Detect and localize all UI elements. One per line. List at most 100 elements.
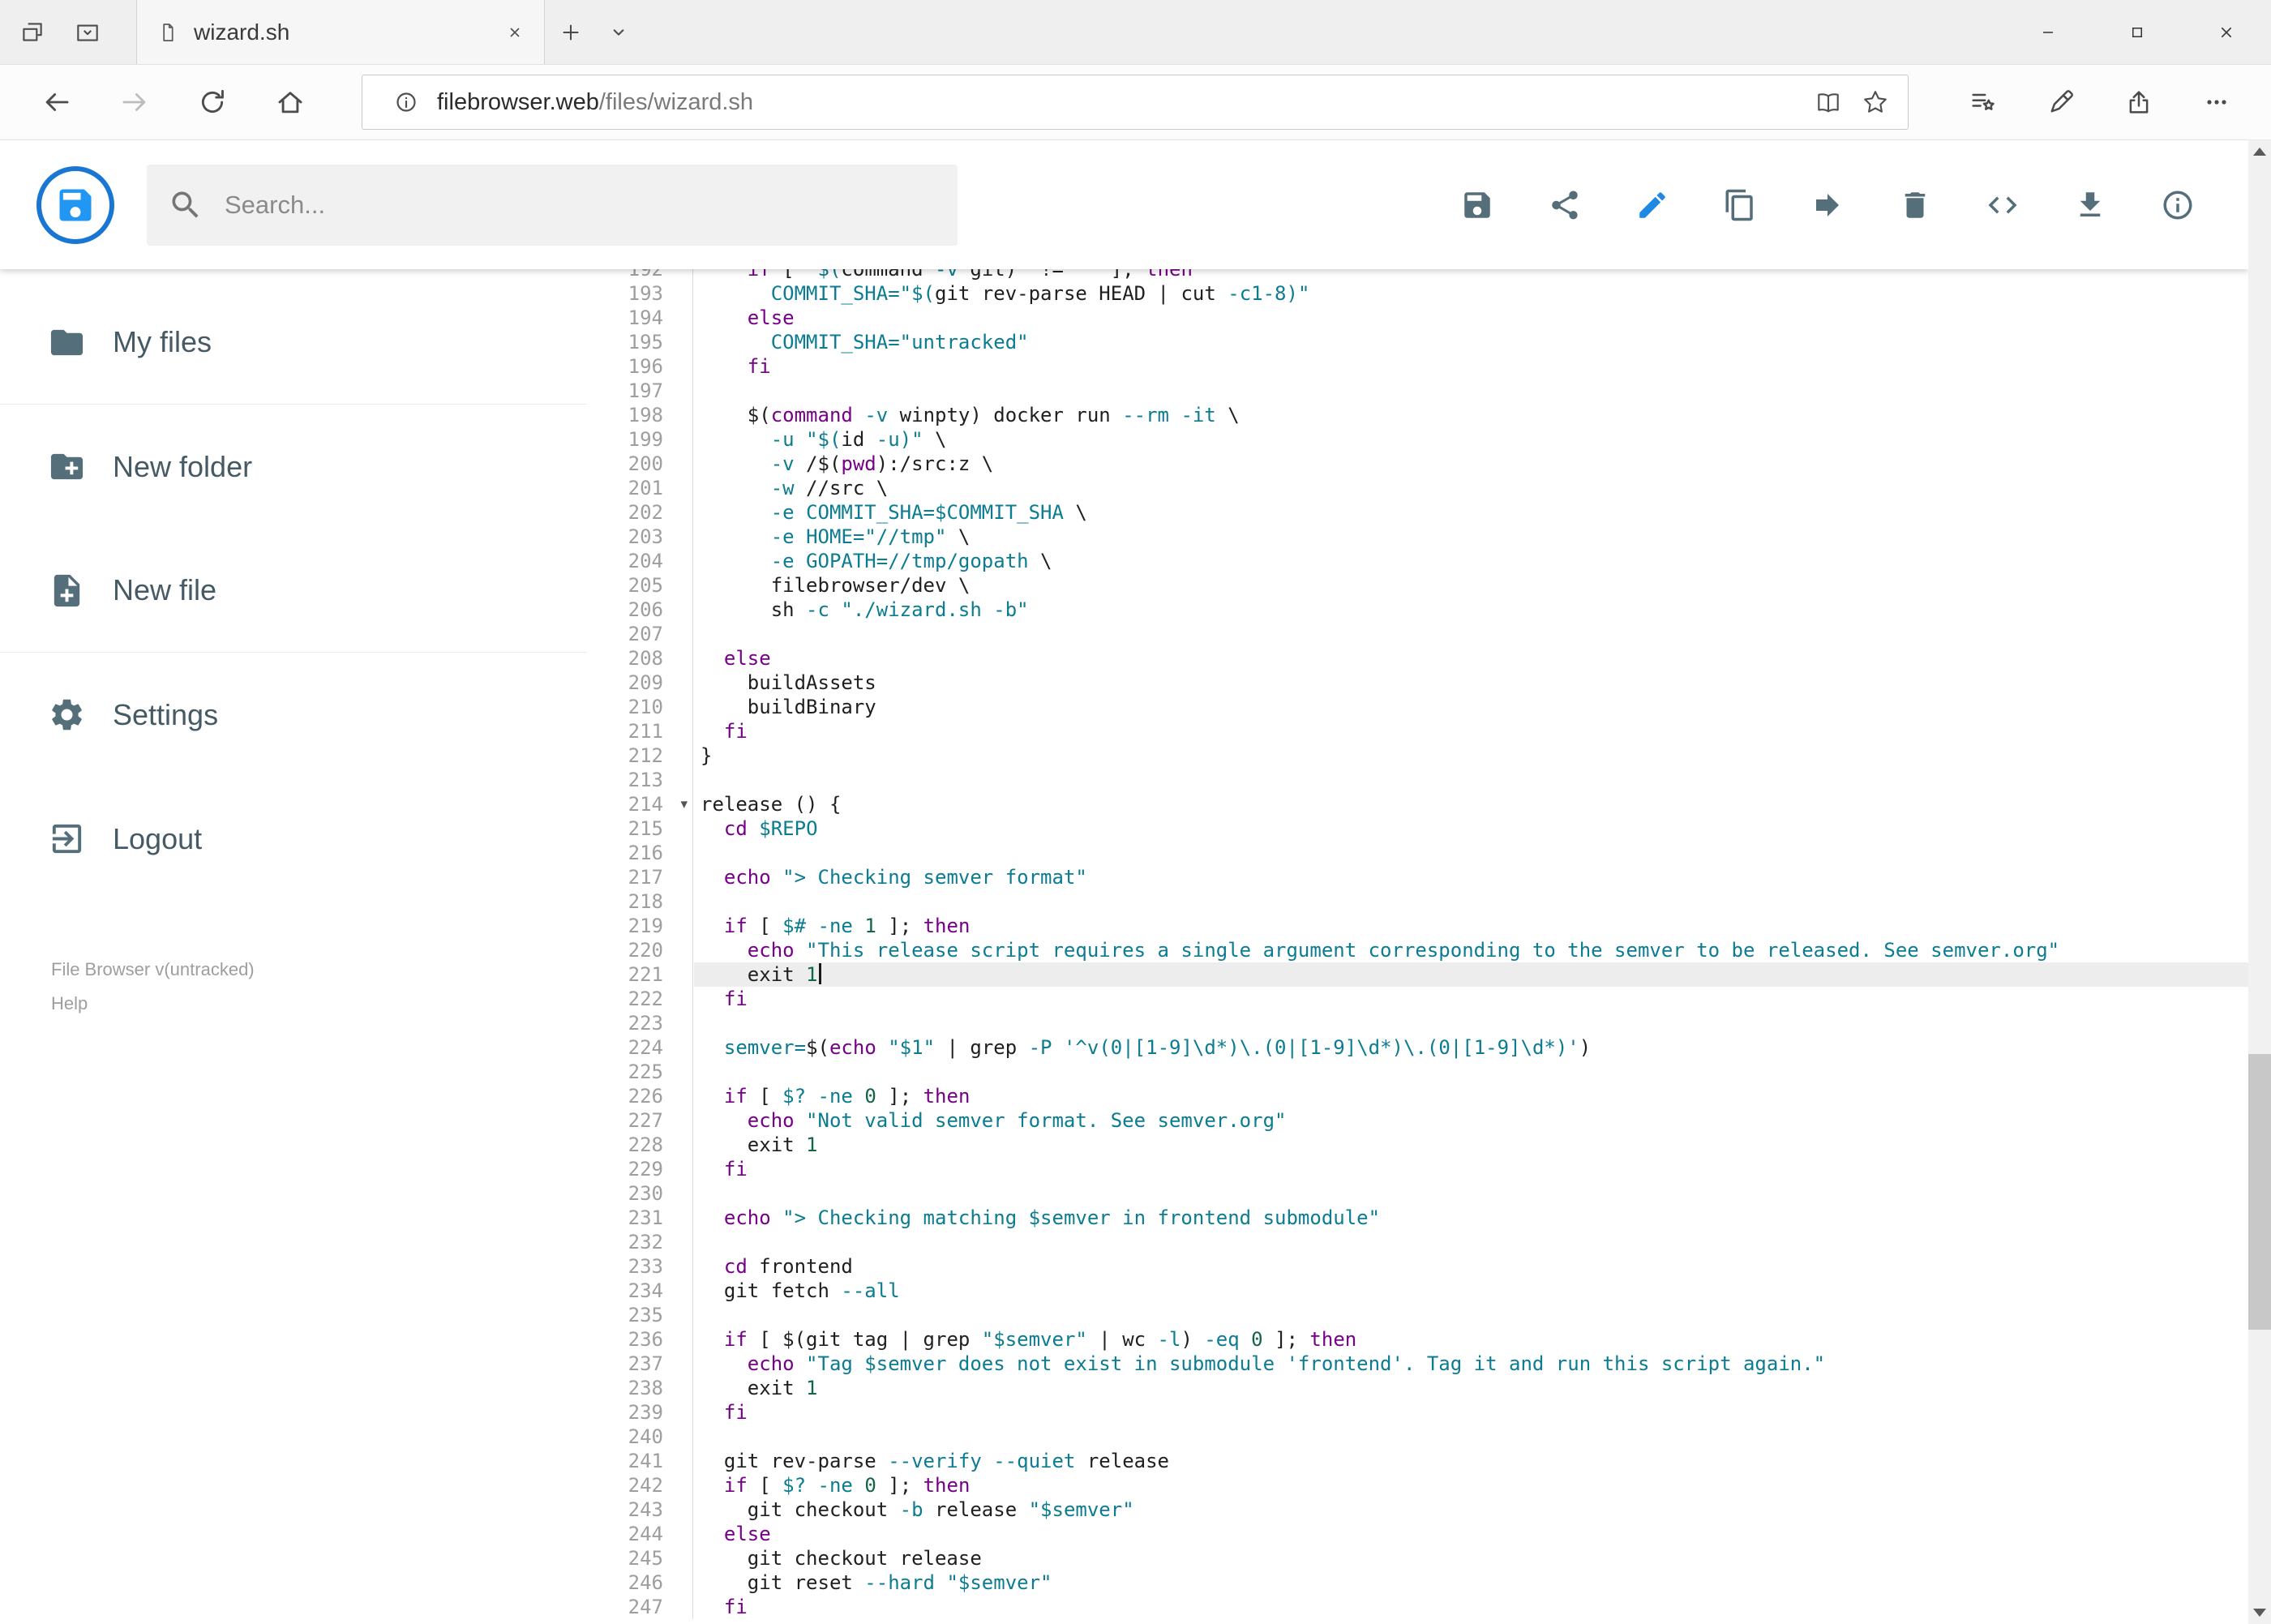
code-line[interactable]: else	[694, 1522, 2248, 1546]
code-line[interactable]	[694, 622, 2248, 646]
code-line[interactable]: COMMIT_SHA="untracked"	[694, 330, 2248, 354]
code-line[interactable]	[694, 1303, 2248, 1327]
code-line[interactable]: fi	[694, 354, 2248, 379]
code-line[interactable]: echo "This release script requires a sin…	[694, 938, 2248, 962]
code-line[interactable]	[694, 841, 2248, 865]
code-line[interactable]: fi	[694, 1400, 2248, 1425]
scroll-up-button[interactable]	[2248, 140, 2271, 163]
code-line[interactable]: -w //src \	[694, 476, 2248, 500]
code-line[interactable]	[694, 379, 2248, 403]
code-line[interactable]: exit 1	[694, 1133, 2248, 1157]
move-button[interactable]	[1809, 186, 1846, 224]
code-line[interactable]: buildAssets	[694, 671, 2248, 695]
code-line[interactable]: filebrowser/dev \	[694, 573, 2248, 598]
code-line[interactable]: if [ $# -ne 1 ]; then	[694, 914, 2248, 938]
code-line[interactable]	[694, 1425, 2248, 1449]
hub-button[interactable]	[1944, 70, 2022, 135]
search-input[interactable]: Search...	[147, 164, 958, 246]
sidebar-item-my-files[interactable]: My files	[0, 281, 587, 405]
code-line[interactable]: fi	[694, 1157, 2248, 1181]
code-line[interactable]: buildBinary	[694, 695, 2248, 719]
scrollbar-thumb[interactable]	[2248, 1054, 2271, 1330]
code-line[interactable]: else	[694, 306, 2248, 330]
code-line[interactable]: if [ "$(command -v git)" != "" ]; then	[694, 269, 2248, 281]
address-bar[interactable]: filebrowser.web/files/wizard.sh	[362, 75, 1909, 130]
editor-code[interactable]: if [ "$(command -v git)" != "" ]; then C…	[694, 269, 2248, 1619]
code-line[interactable]: -e GOPATH=//tmp/gopath \	[694, 549, 2248, 573]
new-tab-button[interactable]	[545, 0, 597, 64]
favorite-star-button[interactable]	[1856, 83, 1895, 122]
share-button[interactable]	[1546, 186, 1583, 224]
maximize-button[interactable]	[2093, 0, 2182, 65]
code-line[interactable]	[694, 1181, 2248, 1206]
tabs-preview-button[interactable]	[70, 15, 105, 50]
code-line[interactable]: git fetch --all	[694, 1279, 2248, 1303]
code-line[interactable]: git checkout -b release "$semver"	[694, 1498, 2248, 1522]
edit-button[interactable]	[1634, 186, 1671, 224]
fold-marker-icon[interactable]: ▾	[680, 792, 688, 816]
refresh-button[interactable]	[174, 70, 251, 135]
code-line[interactable]: git checkout release	[694, 1546, 2248, 1570]
download-button[interactable]	[2072, 186, 2109, 224]
back-button[interactable]	[18, 70, 96, 135]
code-line[interactable]: cd $REPO	[694, 816, 2248, 841]
sidebar-item-new-file[interactable]: New file	[0, 529, 587, 653]
share-page-button[interactable]	[2100, 70, 2178, 135]
save-button[interactable]	[1459, 186, 1496, 224]
help-link[interactable]: Help	[51, 993, 88, 1014]
code-line[interactable]: fi	[694, 987, 2248, 1011]
page-scrollbar[interactable]	[2248, 140, 2271, 1624]
code-line[interactable]: }	[694, 743, 2248, 768]
web-note-button[interactable]	[2022, 70, 2100, 135]
sidebar-item-settings[interactable]: Settings	[0, 653, 587, 777]
code-line[interactable]: sh -c "./wizard.sh -b"	[694, 598, 2248, 622]
code-line[interactable]	[694, 1230, 2248, 1254]
code-line[interactable]: echo "> Checking matching $semver in fro…	[694, 1206, 2248, 1230]
code-line[interactable]: if [ $? -ne 0 ]; then	[694, 1473, 2248, 1498]
info-button[interactable]	[2159, 186, 2196, 224]
code-line[interactable]: exit 1	[694, 962, 2248, 987]
code-line[interactable]: echo "Not valid semver format. See semve…	[694, 1108, 2248, 1133]
code-line[interactable]: cd frontend	[694, 1254, 2248, 1279]
set-tabs-aside-button[interactable]	[15, 15, 50, 50]
code-view-button[interactable]	[1984, 186, 2021, 224]
scroll-down-button[interactable]	[2248, 1601, 2271, 1624]
reading-view-button[interactable]	[1809, 83, 1848, 122]
code-line[interactable]	[694, 1011, 2248, 1035]
code-line[interactable]: release () {	[694, 792, 2248, 816]
site-info-icon[interactable]	[387, 83, 426, 122]
code-line[interactable]: -v /$(pwd):/src:z \	[694, 452, 2248, 476]
code-line[interactable]: if [ $(git tag | grep "$semver" | wc -l)…	[694, 1327, 2248, 1352]
code-line[interactable]	[694, 768, 2248, 792]
code-line[interactable]: $(command -v winpty) docker run --rm -it…	[694, 403, 2248, 427]
code-line[interactable]: -e HOME="//tmp" \	[694, 525, 2248, 549]
home-button[interactable]	[251, 70, 329, 135]
delete-button[interactable]	[1896, 186, 1934, 224]
code-line[interactable]: echo "> Checking semver format"	[694, 865, 2248, 889]
code-line[interactable]: echo "Tag $semver does not exist in subm…	[694, 1352, 2248, 1376]
code-line[interactable]	[694, 889, 2248, 914]
code-line[interactable]: fi	[694, 719, 2248, 743]
code-line[interactable]: git rev-parse --verify --quiet release	[694, 1449, 2248, 1473]
forward-button[interactable]	[96, 70, 174, 135]
tab-close-button[interactable]	[499, 16, 531, 49]
close-window-button[interactable]	[2182, 0, 2271, 65]
code-line[interactable]: fi	[694, 1595, 2248, 1619]
code-line[interactable]: COMMIT_SHA="$(git rev-parse HEAD | cut -…	[694, 281, 2248, 306]
code-line[interactable]: else	[694, 646, 2248, 671]
more-options-button[interactable]	[2178, 70, 2256, 135]
code-line[interactable]: git reset --hard "$semver"	[694, 1570, 2248, 1595]
code-line[interactable]	[694, 1060, 2248, 1084]
code-editor[interactable]: 192 193 194 195 196 197 198 199 200 201 202 203 204 2…	[587, 269, 2248, 1624]
code-line[interactable]: -e COMMIT_SHA=$COMMIT_SHA \	[694, 500, 2248, 525]
code-line[interactable]: -u "$(id -u)" \	[694, 427, 2248, 452]
sidebar-item-new-folder[interactable]: New folder	[0, 405, 587, 529]
sidebar-item-logout[interactable]: Logout	[0, 777, 587, 901]
code-line[interactable]: exit 1	[694, 1376, 2248, 1400]
tab-preview-chevron-button[interactable]	[597, 0, 641, 64]
code-line[interactable]: if [ $? -ne 0 ]; then	[694, 1084, 2248, 1108]
code-line[interactable]: semver=$(echo "$1" | grep -P '^v(0|[1-9]…	[694, 1035, 2248, 1060]
browser-tab[interactable]: wizard.sh	[136, 0, 545, 64]
copy-button[interactable]	[1721, 186, 1759, 224]
minimize-button[interactable]	[2003, 0, 2093, 65]
